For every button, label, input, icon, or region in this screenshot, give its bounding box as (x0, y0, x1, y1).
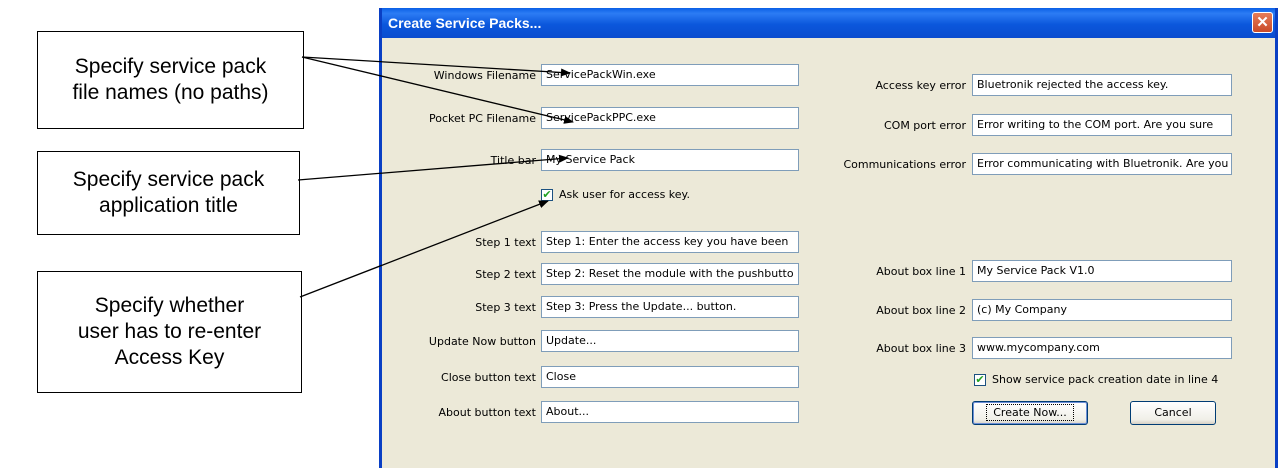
arrow-to-ask-access-key (299, 200, 549, 298)
arrow-to-windows-filename (301, 56, 571, 77)
callout-arrows (297, 56, 574, 298)
arrow-to-title-bar (297, 154, 569, 181)
arrow-to-pocket-pc-filename (301, 56, 574, 124)
